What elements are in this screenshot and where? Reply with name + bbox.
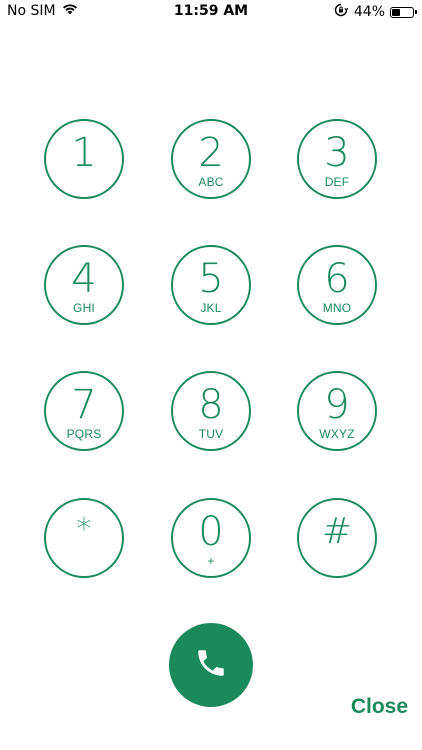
- key-digit: 9: [324, 382, 350, 428]
- key-6[interactable]: 6 MNO: [297, 245, 377, 325]
- close-button[interactable]: Close: [351, 695, 408, 719]
- call-button[interactable]: [169, 623, 253, 707]
- key-letters: TUV: [198, 427, 224, 441]
- key-digit: 2: [198, 130, 224, 176]
- key-2[interactable]: 2 ABC: [171, 119, 251, 199]
- key-digit: *: [76, 512, 92, 547]
- key-digit: 3: [324, 130, 350, 176]
- key-digit: 6: [324, 256, 350, 302]
- key-letters: +: [207, 554, 215, 568]
- key-4[interactable]: 4 GHI: [44, 245, 124, 325]
- key-9[interactable]: 9 WXYZ: [297, 371, 377, 451]
- key-digit: 5: [198, 256, 224, 302]
- key-digit: 7: [71, 382, 97, 428]
- key-letters: MNO: [322, 301, 352, 315]
- key-5[interactable]: 5 JKL: [171, 245, 251, 325]
- key-8[interactable]: 8 TUV: [171, 371, 251, 451]
- key-letters: DEF: [324, 175, 350, 189]
- key-digit: 1: [71, 130, 97, 176]
- phone-icon: [194, 646, 228, 685]
- key-letters: PQRS: [66, 427, 102, 441]
- key-1[interactable]: 1: [44, 119, 124, 199]
- key-digit: 8: [198, 382, 224, 428]
- key-letters: GHI: [73, 301, 95, 315]
- key-0[interactable]: 0 +: [171, 498, 251, 578]
- key-digit: 4: [71, 256, 97, 302]
- key-letters: WXYZ: [319, 427, 355, 441]
- key-star[interactable]: *: [44, 498, 124, 578]
- key-letters: JKL: [200, 301, 222, 315]
- key-7[interactable]: 7 PQRS: [44, 371, 124, 451]
- key-letters: ABC: [198, 175, 224, 189]
- key-hash[interactable]: #: [297, 498, 377, 578]
- key-3[interactable]: 3 DEF: [297, 119, 377, 199]
- key-digit: 0: [198, 509, 224, 555]
- key-digit: #: [321, 511, 353, 552]
